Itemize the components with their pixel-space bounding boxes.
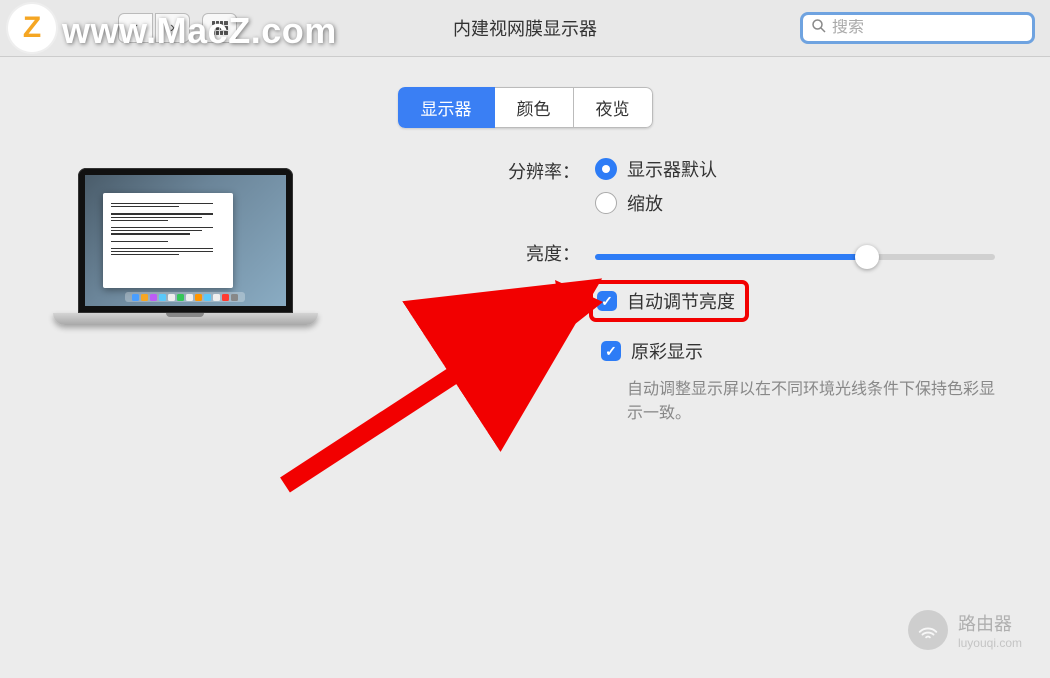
radio-unchecked-icon[interactable] — [595, 192, 617, 214]
tab-night-shift[interactable]: 夜览 — [574, 87, 653, 128]
brightness-row: 亮度： — [475, 238, 1015, 266]
true-tone-description: 自动调整显示屏以在不同环境光线条件下保持色彩显示一致。 — [627, 378, 1007, 426]
tab-segmented-control: 显示器 颜色 夜览 — [398, 87, 653, 128]
tab-display[interactable]: 显示器 — [398, 87, 495, 128]
tab-color[interactable]: 颜色 — [495, 87, 574, 128]
resolution-default-label: 显示器默认 — [627, 156, 717, 182]
router-label: 路由器 — [958, 610, 1022, 636]
magnifier-icon — [811, 18, 827, 39]
resolution-default-option[interactable]: 显示器默认 — [595, 156, 1015, 182]
auto-brightness-checkbox-row[interactable]: ✓ 自动调节亮度 — [597, 288, 735, 314]
tab-bar: 显示器 颜色 夜览 — [0, 87, 1050, 128]
checkbox-checked-icon[interactable]: ✓ — [597, 291, 617, 311]
brightness-label: 亮度： — [475, 238, 595, 266]
search-field[interactable] — [800, 12, 1035, 44]
checkmark-icon: ✓ — [601, 293, 613, 310]
resolution-row: 分辨率： 显示器默认 缩放 — [475, 156, 1015, 224]
auto-brightness-label: 自动调节亮度 — [627, 288, 735, 314]
watermark-logo: Z — [8, 4, 56, 52]
auto-brightness-highlight: ✓ 自动调节亮度 — [589, 280, 749, 322]
content-area: 分辨率： 显示器默认 缩放 亮度： — [0, 128, 1050, 460]
display-preview — [35, 148, 335, 440]
slider-fill — [595, 254, 867, 260]
router-icon — [908, 610, 948, 650]
settings-panel: 分辨率： 显示器默认 缩放 亮度： — [335, 148, 1015, 440]
true-tone-label: 原彩显示 — [631, 338, 703, 364]
radio-checked-icon[interactable] — [595, 158, 617, 180]
laptop-illustration — [53, 168, 318, 358]
watermark-text: www.MacZ.com — [62, 10, 337, 52]
resolution-label: 分辨率： — [475, 156, 595, 184]
checkbox-checked-icon[interactable]: ✓ — [601, 341, 621, 361]
resolution-scaled-label: 缩放 — [627, 190, 663, 216]
slider-thumb[interactable] — [855, 245, 879, 269]
resolution-scaled-option[interactable]: 缩放 — [595, 190, 1015, 216]
router-sub: luyouqi.com — [958, 636, 1022, 650]
true-tone-checkbox-row[interactable]: ✓ 原彩显示 — [595, 334, 1015, 368]
checkmark-icon: ✓ — [605, 343, 617, 360]
checkbox-rows: ✓ 自动调节亮度 ✓ 原彩显示 自动调整显示屏以在不同环境光线条件下保持色彩显示… — [475, 280, 1015, 426]
brightness-slider[interactable] — [595, 254, 995, 260]
router-watermark: 路由器 luyouqi.com — [908, 610, 1022, 650]
search-input[interactable] — [832, 19, 1039, 37]
window-title: 内建视网膜显示器 — [453, 15, 597, 41]
